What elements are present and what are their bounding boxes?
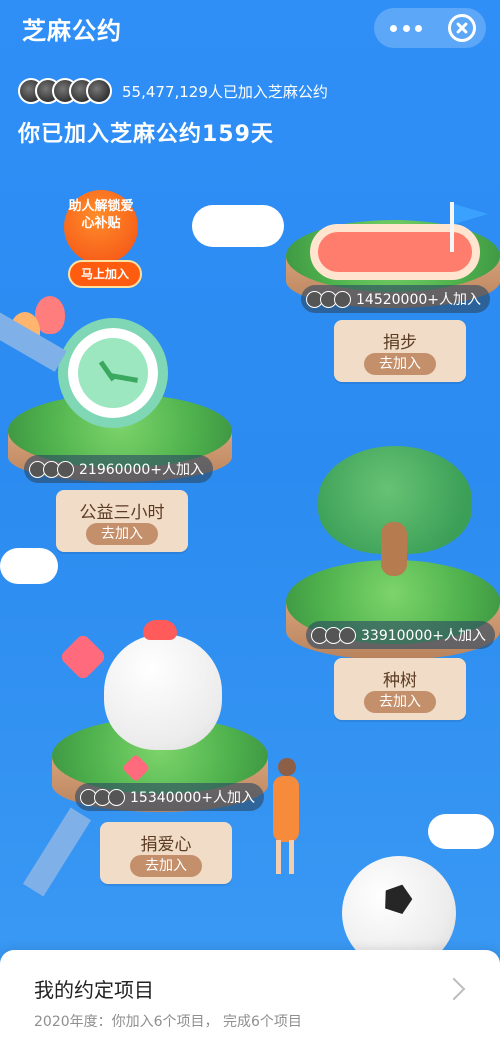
- track-field: [310, 224, 480, 280]
- cloud: [428, 814, 494, 849]
- participant-count: 33910000+人加入: [361, 628, 486, 644]
- my-projects-panel[interactable]: 我的约定项目 2020年度：你加入6个项目， 完成6个项目: [0, 950, 500, 1047]
- flag-pole: [450, 202, 454, 252]
- mascot-crest: [143, 620, 177, 640]
- project-title: 捐步: [383, 333, 417, 353]
- rail-track: [22, 807, 92, 897]
- project-card-volunteer[interactable]: 公益三小时 去加入: [56, 490, 188, 552]
- participant-badge: 21960000+人加入: [24, 455, 213, 483]
- cloud: [192, 205, 284, 247]
- avatar: [339, 626, 356, 644]
- participant-badge: 14520000+人加入: [301, 285, 490, 313]
- join-button[interactable]: 去加入: [130, 855, 202, 877]
- avatar: [108, 788, 125, 806]
- join-button[interactable]: 去加入: [86, 523, 158, 545]
- heart-icon: [58, 632, 108, 682]
- project-title: 种树: [383, 671, 417, 691]
- avatar: [57, 460, 74, 478]
- flag: [454, 204, 488, 224]
- my-projects-subtitle: 2020年度：你加入6个项目， 完成6个项目: [34, 1014, 302, 1030]
- project-card-love[interactable]: 捐爱心 去加入: [100, 822, 232, 884]
- participant-count: 21960000+人加入: [79, 462, 204, 478]
- volunteer-figure: [264, 758, 306, 878]
- project-card-tree[interactable]: 种树 去加入: [334, 658, 466, 720]
- project-title: 公益三小时: [79, 503, 165, 523]
- mascot-chicken: [104, 634, 222, 750]
- promo-bubble: 助人解锁爱心补贴: [64, 190, 138, 264]
- app-root: 芝麻公约 55,477,129人已加入芝麻公约 你已加入芝麻公约159天 助人解…: [0, 0, 500, 1047]
- project-card-step[interactable]: 捐步 去加入: [334, 320, 466, 382]
- participant-count: 15340000+人加入: [130, 790, 255, 806]
- promo-join-button[interactable]: 马上加入: [68, 260, 142, 288]
- avatar: [334, 290, 351, 308]
- participant-count: 14520000+人加入: [356, 292, 481, 308]
- participant-badge: 33910000+人加入: [306, 621, 495, 649]
- cloud: [0, 548, 58, 584]
- chevron-right-icon[interactable]: [442, 977, 466, 1001]
- project-title: 捐爱心: [140, 835, 192, 855]
- tree-trunk: [381, 522, 407, 576]
- join-button[interactable]: 去加入: [364, 353, 436, 375]
- promo-sticker[interactable]: 助人解锁爱心补贴 马上加入: [64, 190, 146, 296]
- participant-badge: 15340000+人加入: [75, 783, 264, 811]
- my-projects-title: 我的约定项目: [34, 978, 154, 1002]
- join-button[interactable]: 去加入: [364, 691, 436, 713]
